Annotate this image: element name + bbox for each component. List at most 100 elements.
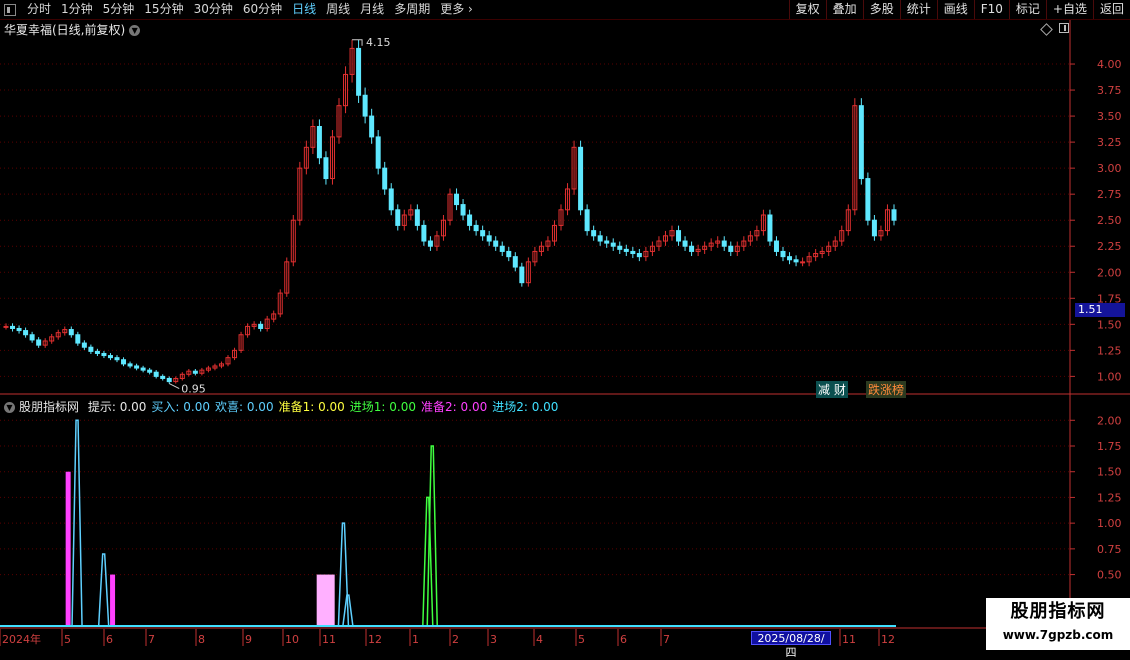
indicator-tick-label: 1.25 (1097, 491, 1122, 504)
price-tick-label: 1.00 (1097, 370, 1122, 383)
candle-body (480, 230, 486, 237)
indicator-field-3: 准备1: 0.00 (278, 400, 345, 414)
indicator-field-4: 进场1: 0.00 (349, 400, 417, 414)
time-axis-label: 8 (198, 633, 205, 646)
candle-body (75, 334, 81, 344)
time-axis-label: 10 (285, 633, 299, 646)
candle-body (10, 325, 16, 329)
time-axis-label: 5 (64, 633, 71, 646)
candle-body (519, 266, 525, 284)
indicator-tick-label: 1.75 (1097, 440, 1122, 453)
low-arrow-icon (169, 383, 180, 390)
time-axis-label: 4 (536, 633, 543, 646)
time-axis-label: 12 (368, 633, 382, 646)
price-tick-label: 2.00 (1097, 266, 1122, 279)
candle-body (728, 245, 734, 252)
indicator-field-1: 买入: 0.00 (151, 400, 210, 414)
candle-body (414, 209, 420, 226)
indicator-bar-0-1 (110, 574, 116, 626)
candle-body (486, 235, 492, 242)
price-tick-label: 2.75 (1097, 188, 1122, 201)
indicator-title-bar: ▼ 股朋指标网 提示: 0.00 买入: 0.00 欢喜: 0.00 准备1: 0.00… (4, 398, 563, 415)
candle-body (3, 325, 9, 328)
candle-body (153, 371, 159, 377)
candle-body (68, 329, 74, 336)
candle-body (356, 47, 362, 96)
candle-body (114, 357, 120, 361)
indicator-bar-0-0 (65, 471, 71, 626)
price-tick-label: 1.25 (1097, 344, 1122, 357)
candle-body (623, 248, 629, 252)
chevron-down-icon[interactable]: ▼ (4, 402, 15, 413)
current-price-badge: 1.51 (1075, 303, 1125, 317)
candle-body (493, 240, 499, 247)
candle-body (369, 115, 375, 138)
candle-body (16, 327, 22, 332)
candle-body (258, 323, 264, 329)
candle-body (604, 240, 610, 244)
kline-chart[interactable]: 4.00 3.75 3.50 3.25 3.00 2.75 2.50 2.25 2.00 1.75… (0, 0, 1130, 650)
time-axis-label: 6 (620, 633, 627, 646)
candle-body (630, 250, 636, 255)
candle-body (166, 377, 172, 383)
candle-body (29, 334, 35, 341)
candle-body (88, 346, 94, 352)
candle-body (512, 256, 518, 268)
candle-body (94, 350, 100, 354)
candle-body (375, 136, 381, 169)
candle-body (121, 359, 127, 365)
time-axis-label: 1 (412, 633, 419, 646)
candle-body (23, 330, 29, 336)
candle-body (610, 242, 616, 247)
price-tick-label: 2.25 (1097, 240, 1122, 253)
candle-body (316, 126, 322, 159)
price-tick-label: 2.50 (1097, 214, 1122, 227)
price-tick-label: 3.75 (1097, 84, 1122, 97)
candle-body (584, 209, 590, 232)
high-arrow-icon (352, 39, 363, 46)
price-tick-label: 3.00 (1097, 162, 1122, 175)
indicator-bar-2-0 (316, 574, 335, 626)
candle-body (421, 224, 427, 242)
candle-body (617, 245, 623, 250)
tag-reduce-finance[interactable]: 减 财 (816, 381, 848, 398)
indicator-spike-1-2 (337, 522, 350, 627)
candle-body (800, 261, 806, 264)
candle-body (787, 256, 793, 261)
candle-body (427, 240, 433, 247)
candle-body (323, 157, 329, 180)
cursor-date-badge: 2025/08/28/四 (751, 631, 831, 659)
candle-body (597, 235, 603, 242)
indicator-name[interactable]: 股朋指标网 (19, 400, 79, 414)
price-tick-label: 3.50 (1097, 110, 1122, 123)
candle-body (134, 365, 140, 369)
candle-body (101, 352, 107, 357)
watermark-line2: www.7gpzb.com (1002, 628, 1114, 642)
indicator-tick-label: 2.00 (1097, 414, 1122, 427)
candle-body (891, 209, 897, 221)
candle-body (467, 214, 473, 226)
tag-rank-list[interactable]: 跌涨榜 (866, 381, 907, 398)
candle-body (454, 193, 460, 206)
candle-body (865, 178, 871, 221)
candle-body (36, 339, 42, 346)
time-axis-label: 7 (663, 633, 670, 646)
candle-body (773, 240, 779, 252)
candle-body (473, 224, 479, 232)
indicator-spike-1-1 (97, 553, 110, 627)
indicator-tick-label: 1.50 (1097, 466, 1122, 479)
price-tick-label: 1.50 (1097, 318, 1122, 331)
candle-body (578, 146, 584, 211)
candle-body (793, 259, 799, 263)
time-axis-label: 6 (106, 633, 113, 646)
indicator-field-2: 欢喜: 0.00 (215, 400, 274, 414)
time-axis-label: 2 (452, 633, 459, 646)
low-label: 0.95 (181, 383, 206, 396)
time-axis-label: 11 (842, 633, 856, 646)
candle-body (81, 342, 87, 348)
indicator-field-6: 进场2: 0.00 (492, 400, 559, 414)
candle-body (682, 240, 688, 247)
candle-body (382, 167, 388, 190)
indicator-tick-label: 0.75 (1097, 543, 1122, 556)
price-tick-label: 4.00 (1097, 58, 1122, 71)
